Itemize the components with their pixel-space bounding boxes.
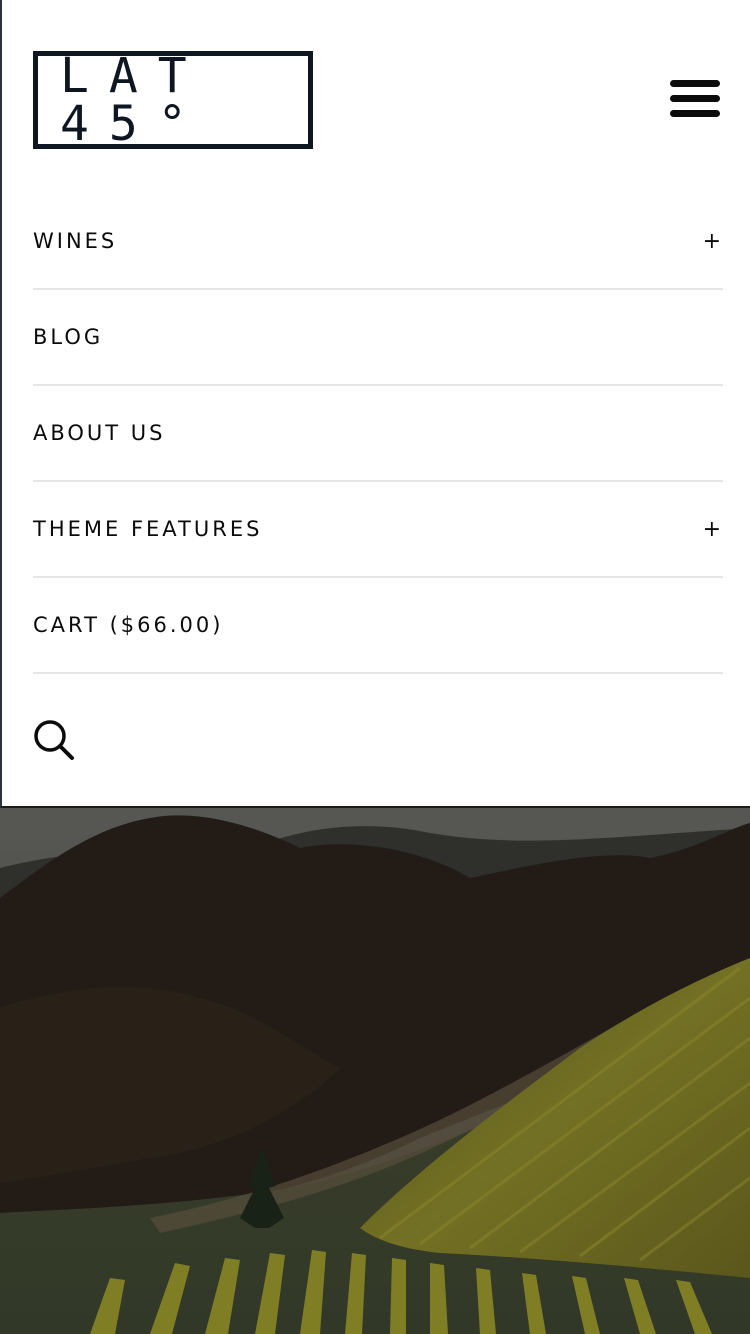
nav-item-wines[interactable]: WINES + [33,194,723,290]
nav-item-label: WINES [33,229,118,253]
hamburger-menu-button[interactable] [670,80,720,118]
hamburger-icon-bar-bottom [670,110,720,117]
hamburger-icon-bar-middle [670,95,720,102]
nav-item-label: BLOG [33,325,104,349]
hero-image-vineyard [0,808,750,1334]
nav-item-theme-features[interactable]: THEME FEATURES + [33,482,723,578]
hamburger-icon-bar-top [670,80,720,87]
nav-item-blog[interactable]: BLOG [33,290,723,386]
nav-item-label: ABOUT US [33,421,166,445]
main-nav: WINES + BLOG ABOUT US THEME FEATURES + C… [33,194,723,674]
nav-item-label: CART ($66.00) [33,613,224,637]
plus-icon[interactable]: + [703,517,721,542]
search-icon[interactable] [33,719,75,761]
nav-item-label: THEME FEATURES [33,517,263,541]
plus-icon[interactable]: + [703,229,721,254]
brand-logo-text: LAT 45° [60,48,207,152]
mobile-nav-drawer: LAT 45° WINES + BLOG ABOUT US THEME FEAT… [0,0,750,808]
brand-logo[interactable]: LAT 45° [33,51,313,149]
nav-item-cart[interactable]: CART ($66.00) [33,578,723,674]
nav-item-about-us[interactable]: ABOUT US [33,386,723,482]
